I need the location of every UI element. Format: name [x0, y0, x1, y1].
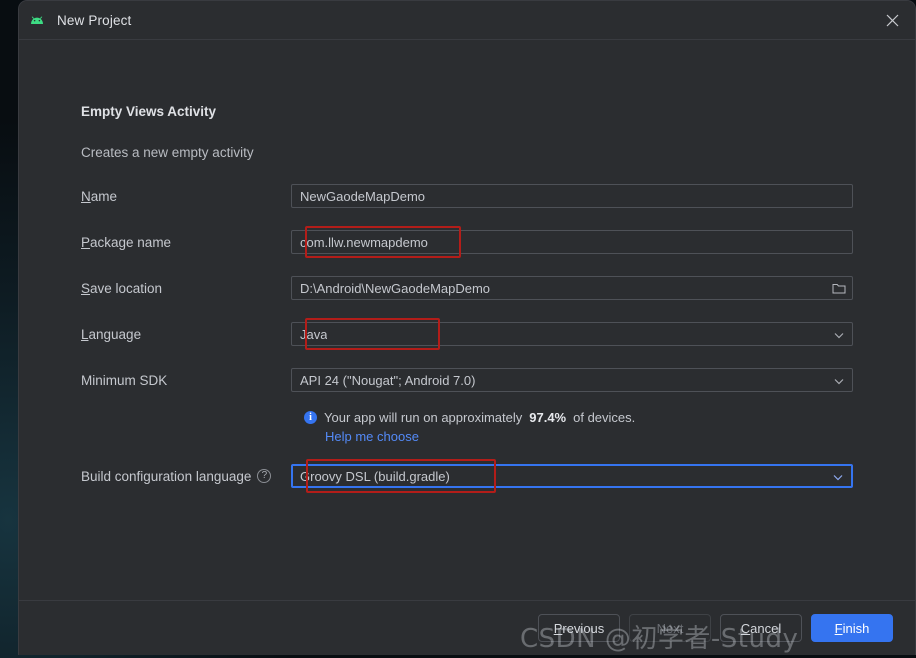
next-button[interactable]: Next: [629, 614, 711, 642]
label-package-name: Package name: [81, 235, 291, 250]
sdk-coverage-info: i Your app will run on approximately 97.…: [304, 410, 635, 425]
package-name-input-value: com.llw.newmapdemo: [300, 234, 428, 250]
name-input-value: NewGaodeMapDemo: [300, 188, 426, 204]
save-location-input-value: D:\Android\NewGaodeMapDemo: [300, 280, 491, 296]
row-name: Name NewGaodeMapDemo: [81, 184, 853, 208]
cancel-button[interactable]: Cancel: [720, 614, 802, 642]
row-language: Language Java: [81, 322, 853, 346]
android-icon: [29, 12, 45, 28]
help-me-choose-link[interactable]: Help me choose: [325, 429, 419, 444]
close-icon[interactable]: [869, 1, 915, 40]
label-language: Language: [81, 327, 291, 342]
label-build-configuration-language: Build configuration language ?: [81, 469, 291, 484]
label-save-location-rest: ave location: [90, 280, 163, 296]
minimum-sdk-dropdown-value: API 24 ("Nougat"; Android 7.0): [300, 372, 476, 388]
label-language-rest: anguage: [88, 326, 142, 342]
language-dropdown-value: Java: [300, 326, 328, 342]
label-save-location: Save location: [81, 281, 291, 296]
dialog-title: New Project: [57, 12, 132, 28]
minimum-sdk-dropdown[interactable]: API 24 ("Nougat"; Android 7.0): [291, 368, 853, 392]
name-input[interactable]: NewGaodeMapDemo: [291, 184, 853, 208]
label-save-location-mnemonic: S: [81, 280, 91, 296]
new-project-dialog: New Project Empty Views Activity Creates…: [18, 0, 916, 655]
cancel-button-rest: ancel: [750, 620, 782, 636]
finish-button-mnemonic: F: [834, 620, 843, 636]
dialog-titlebar: New Project: [19, 1, 915, 40]
label-name: Name: [81, 189, 291, 204]
label-minimum-sdk: Minimum SDK: [81, 372, 168, 388]
folder-icon[interactable]: [832, 282, 846, 295]
dialog-content: Empty Views Activity Creates a new empty…: [19, 40, 915, 601]
template-heading: Empty Views Activity: [81, 104, 217, 119]
cancel-button-mnemonic: C: [740, 620, 751, 636]
language-dropdown[interactable]: Java: [291, 322, 853, 346]
label-package-name-rest: ackage name: [90, 234, 172, 250]
build-configuration-language-dropdown[interactable]: Groovy DSL (build.gradle): [291, 464, 853, 488]
finish-button-rest: inish: [842, 620, 870, 636]
save-location-input[interactable]: D:\Android\NewGaodeMapDemo: [291, 276, 853, 300]
label-name-rest: ame: [90, 188, 118, 204]
build-configuration-language-value: Groovy DSL (build.gradle): [300, 468, 450, 484]
row-build-configuration-language: Build configuration language ? Groovy DS…: [81, 464, 853, 488]
chevron-down-icon: [833, 469, 843, 484]
finish-button[interactable]: Finish: [811, 614, 893, 642]
row-save-location: Save location D:\Android\NewGaodeMapDemo: [81, 276, 853, 300]
label-name-mnemonic: N: [81, 188, 91, 204]
row-minimum-sdk: Minimum SDK API 24 ("Nougat"; Android 7.…: [81, 368, 853, 392]
sdk-coverage-percent: 97.4%: [529, 410, 567, 425]
previous-button-rest: revious: [562, 620, 605, 636]
sdk-coverage-text-before: Your app will run on approximately: [324, 410, 523, 425]
package-name-input[interactable]: com.llw.newmapdemo: [291, 230, 853, 254]
previous-button[interactable]: Previous: [538, 614, 620, 642]
label-build-config-text: Build configuration language: [81, 468, 252, 484]
label-package-name-mnemonic: P: [81, 234, 91, 250]
info-icon: i: [304, 411, 317, 424]
chevron-down-icon: [834, 373, 844, 388]
dialog-footer: Previous Next Cancel Finish: [19, 600, 915, 655]
label-language-mnemonic: L: [81, 326, 89, 342]
sdk-coverage-text-after: of devices.: [573, 410, 636, 425]
template-description: Creates a new empty activity: [81, 145, 254, 160]
row-package-name: Package name com.llw.newmapdemo: [81, 230, 853, 254]
chevron-down-icon: [834, 327, 844, 342]
question-mark-icon[interactable]: ?: [257, 469, 272, 483]
